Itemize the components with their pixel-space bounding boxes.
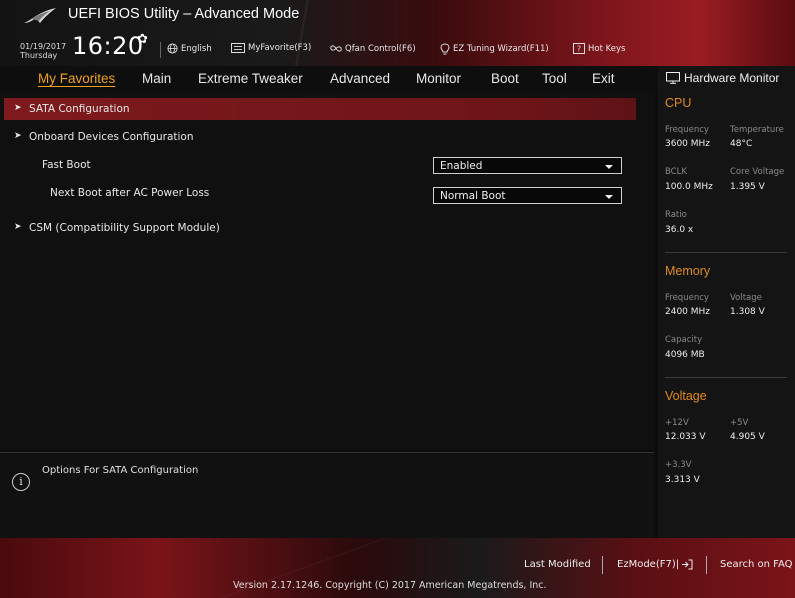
globe-icon <box>167 43 178 54</box>
dropdown-value: Enabled <box>440 160 483 172</box>
tab-boot[interactable]: Boot <box>491 71 519 86</box>
monitor-icon <box>666 72 680 84</box>
hot-keys-label: Hot Keys <box>588 43 626 54</box>
core-voltage-value: 1.395 V <box>730 182 765 192</box>
tab-advanced[interactable]: Advanced <box>330 71 390 86</box>
memory-heading: Memory <box>665 264 711 278</box>
hardware-monitor-panel: Hardware Monitor CPU Frequency Temperatu… <box>658 66 795 538</box>
submenu-arrow-icon: ➤ <box>14 103 22 113</box>
language-label: English <box>181 43 212 54</box>
exit-to-ezmode-icon <box>682 559 693 570</box>
tab-main[interactable]: Main <box>142 71 171 86</box>
memory-voltage-label: Voltage <box>730 293 762 303</box>
last-modified-button[interactable]: Last Modified <box>524 559 591 570</box>
menu-item-label: CSM (Compatibility Support Module) <box>29 222 220 234</box>
footer-divider <box>706 556 707 574</box>
help-text: Options For SATA Configuration <box>42 465 199 476</box>
lightbulb-icon <box>440 43 450 55</box>
hardware-monitor-title: Hardware Monitor <box>666 71 779 85</box>
ezmode-button[interactable]: EzMode(F7)| <box>617 559 693 570</box>
v12-label: +12V <box>665 418 689 428</box>
memory-frequency-value: 2400 MHz <box>665 307 711 317</box>
menu-item-onboard-devices[interactable]: ➤ Onboard Devices Configuration <box>4 126 636 148</box>
section-divider <box>665 377 787 378</box>
tab-extreme-tweaker[interactable]: Extreme Tweaker <box>198 71 303 86</box>
help-panel: i Options For SATA Configuration <box>0 452 654 538</box>
capacity-value: 4096 MB <box>665 350 705 360</box>
fast-boot-dropdown[interactable]: Enabled <box>433 157 622 174</box>
dropdown-value: Normal Boot <box>440 190 506 202</box>
myfavorite-button[interactable]: MyFavorite(F3) <box>231 43 311 53</box>
qfan-label: Qfan Control(F6) <box>345 43 416 54</box>
tab-monitor[interactable]: Monitor <box>416 71 461 86</box>
core-voltage-label: Core Voltage <box>730 167 785 177</box>
tab-tool[interactable]: Tool <box>542 71 567 86</box>
v5-value: 4.905 V <box>730 432 765 442</box>
ez-tuning-label: EZ Tuning Wizard(F11) <box>453 44 549 54</box>
capacity-label: Capacity <box>665 335 703 345</box>
v12-value: 12.033 V <box>665 432 706 442</box>
clock-display: 16:20 <box>72 32 144 60</box>
footer-divider <box>602 556 603 574</box>
v33-value: 3.313 V <box>665 475 700 485</box>
menu-item-label: SATA Configuration <box>29 103 130 115</box>
main-menu-tabs: My Favorites Main Extreme Tweaker Advanc… <box>0 66 660 93</box>
chevron-down-icon <box>605 165 613 169</box>
svg-text:?: ? <box>577 45 581 54</box>
myfavorite-label: MyFavorite(F3) <box>248 43 312 53</box>
setting-label: Next Boot after AC Power Loss <box>50 187 210 199</box>
weekday-value: Thursday <box>20 51 58 60</box>
qfan-control-button[interactable]: Qfan Control(F6) <box>330 43 416 54</box>
header-bar: UEFI BIOS Utility – Advanced Mode 01/19/… <box>0 0 795 66</box>
v33-label: +3.3V <box>665 460 692 470</box>
memory-frequency-label: Frequency <box>665 293 709 303</box>
info-icon: i <box>12 473 30 491</box>
ratio-value: 36.0 x <box>665 225 694 235</box>
clock-settings-icon[interactable]: ✿ <box>137 32 148 47</box>
tab-exit[interactable]: Exit <box>592 71 615 86</box>
date-value: 01/19/2017 <box>20 42 67 51</box>
cpu-heading: CPU <box>665 96 692 110</box>
submenu-arrow-icon: ➤ <box>14 222 22 232</box>
ezmode-label: EzMode(F7)| <box>617 559 680 570</box>
cpu-temperature-value: 48°C <box>730 139 753 149</box>
favorite-list-icon <box>231 43 245 53</box>
memory-voltage-value: 1.308 V <box>730 307 765 317</box>
fan-icon <box>330 45 342 52</box>
v5-label: +5V <box>730 418 749 428</box>
page-title: UEFI BIOS Utility – Advanced Mode <box>68 6 300 22</box>
cpu-frequency-value: 3600 MHz <box>665 139 711 149</box>
ez-tuning-wizard-button[interactable]: EZ Tuning Wizard(F11) <box>440 43 549 55</box>
footer-bar: Last Modified EzMode(F7)| Search on FAQ … <box>0 538 795 598</box>
ratio-label: Ratio <box>665 210 687 220</box>
bclk-value: 100.0 MHz <box>665 182 713 192</box>
header-divider <box>160 42 161 58</box>
tab-my-favorites[interactable]: My Favorites <box>38 71 115 86</box>
menu-item-csm[interactable]: ➤ CSM (Compatibility Support Module) <box>4 217 636 239</box>
cpu-temperature-label: Temperature <box>730 125 784 135</box>
submenu-arrow-icon: ➤ <box>14 131 22 141</box>
hot-keys-button[interactable]: ? Hot Keys <box>573 43 625 54</box>
help-key-icon: ? <box>573 43 585 54</box>
setting-label: Fast Boot <box>42 159 91 171</box>
menu-item-sata-configuration[interactable]: ➤ SATA Configuration <box>4 98 636 120</box>
voltage-heading: Voltage <box>665 389 707 403</box>
section-divider <box>665 252 787 253</box>
language-button[interactable]: English <box>167 43 212 54</box>
bclk-label: BCLK <box>665 167 687 177</box>
chevron-down-icon <box>605 195 613 199</box>
date-display: 01/19/2017 Thursday <box>20 42 66 60</box>
hardware-monitor-label: Hardware Monitor <box>684 71 780 85</box>
next-boot-dropdown[interactable]: Normal Boot <box>433 187 622 204</box>
menu-item-label: Onboard Devices Configuration <box>29 131 194 143</box>
copyright-text: Version 2.17.1246. Copyright (C) 2017 Am… <box>233 580 547 591</box>
settings-panel: ➤ SATA Configuration ➤ Onboard Devices C… <box>0 93 654 450</box>
cpu-frequency-label: Frequency <box>665 125 709 135</box>
search-faq-button[interactable]: Search on FAQ <box>720 559 793 570</box>
rog-logo-icon <box>24 8 56 23</box>
